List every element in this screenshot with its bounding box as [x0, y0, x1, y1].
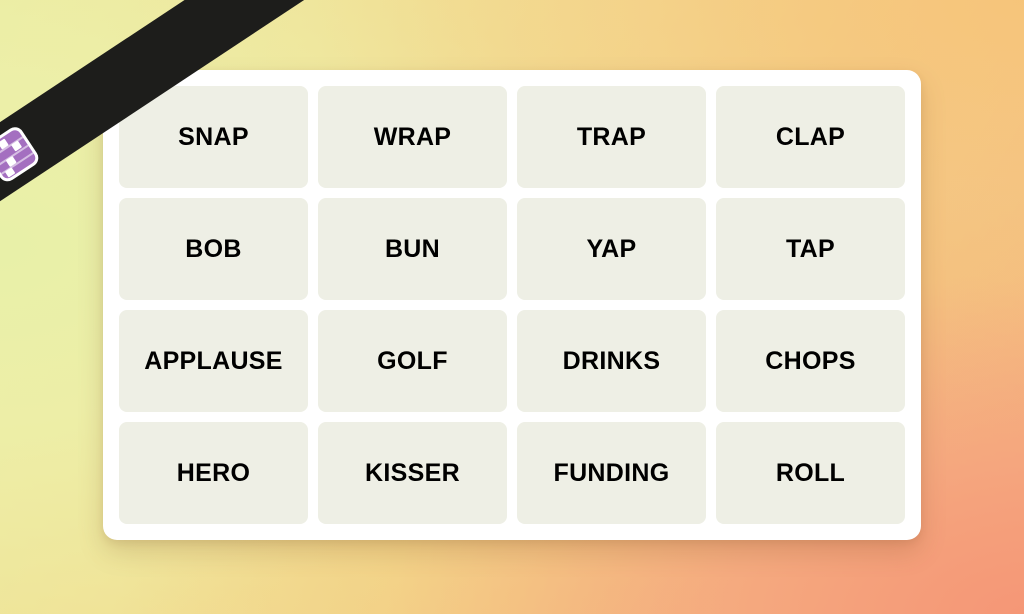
puzzle-card: SNAP WRAP TRAP CLAP BOB BUN YAP TAP APPL…: [103, 70, 921, 540]
word-tile[interactable]: APPLAUSE: [119, 310, 308, 412]
word-tile[interactable]: TRAP: [517, 86, 706, 188]
connections-puzzle-icon: [0, 123, 42, 185]
word-tile[interactable]: GOLF: [318, 310, 507, 412]
word-tile[interactable]: DRINKS: [517, 310, 706, 412]
word-tile[interactable]: CHOPS: [716, 310, 905, 412]
word-tile[interactable]: YAP: [517, 198, 706, 300]
word-tile[interactable]: KISSER: [318, 422, 507, 524]
word-tile[interactable]: HERO: [119, 422, 308, 524]
puzzle-screen: SNAP WRAP TRAP CLAP BOB BUN YAP TAP APPL…: [0, 0, 1024, 614]
word-tile[interactable]: ROLL: [716, 422, 905, 524]
word-tile[interactable]: TAP: [716, 198, 905, 300]
word-tile[interactable]: WRAP: [318, 86, 507, 188]
word-tile[interactable]: BUN: [318, 198, 507, 300]
word-grid: SNAP WRAP TRAP CLAP BOB BUN YAP TAP APPL…: [119, 86, 905, 524]
word-tile[interactable]: FUNDING: [517, 422, 706, 524]
word-tile[interactable]: BOB: [119, 198, 308, 300]
word-tile[interactable]: CLAP: [716, 86, 905, 188]
ribbon-date-label: MAY 7: [253, 0, 350, 1]
